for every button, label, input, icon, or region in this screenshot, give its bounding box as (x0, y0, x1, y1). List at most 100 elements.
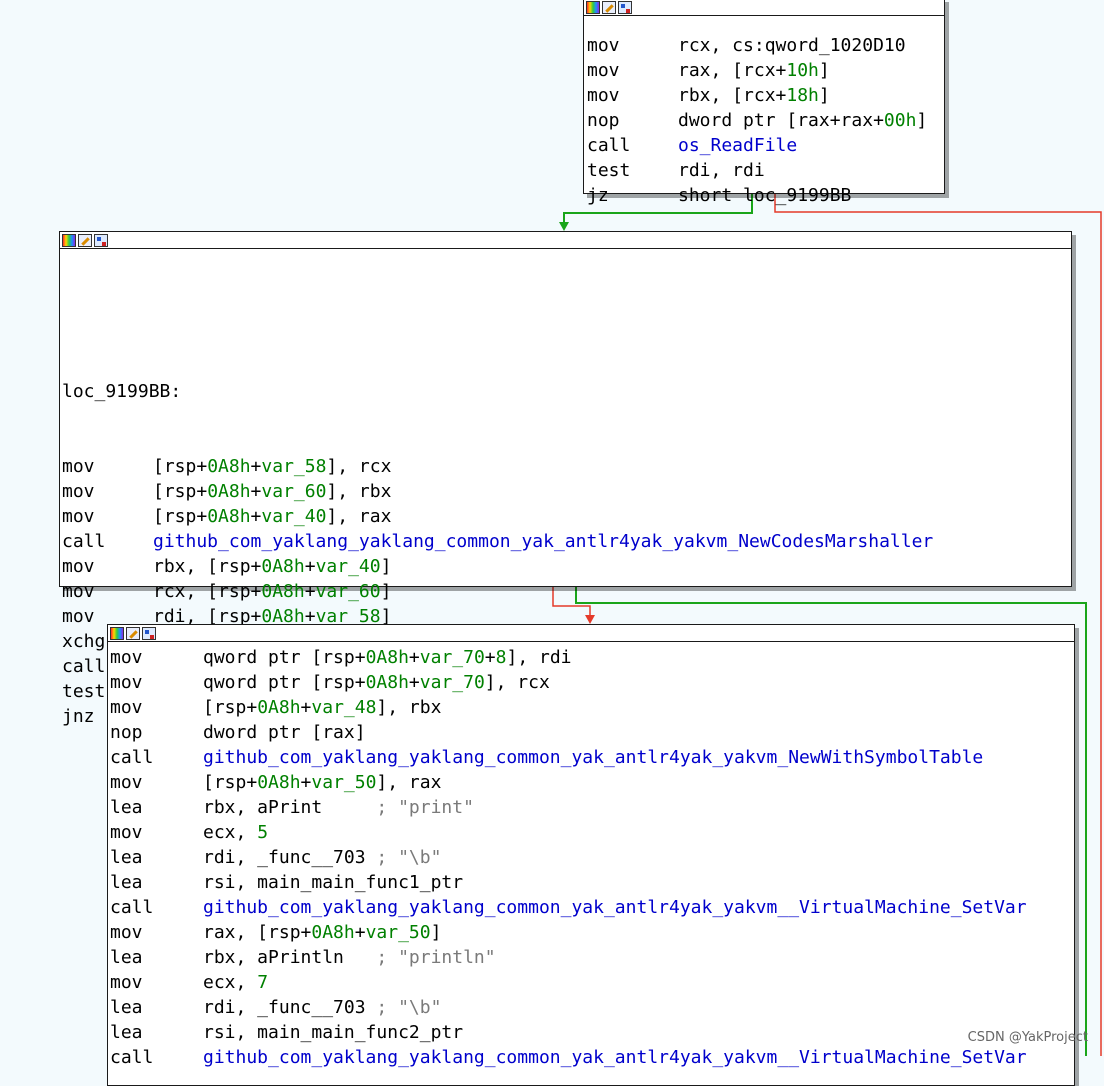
operands[interactable]: github_com_yaklang_yaklang_common_yak_an… (203, 745, 983, 770)
operands[interactable]: rax, [rcx+10h] (678, 58, 830, 83)
operands[interactable]: short loc_9199BB (678, 183, 851, 208)
symbol-name[interactable]: github_com_yaklang_yaklang_common_yak_an… (203, 1047, 1027, 1068)
instruction-line[interactable]: mov ecx, 5 (110, 820, 1074, 845)
instruction-line[interactable]: mov rax, [rsp+0A8h+var_50] (110, 920, 1074, 945)
operands[interactable]: rdi, rdi (678, 158, 765, 183)
instruction-line[interactable]: mov [rsp+0A8h+var_60], rbx (62, 479, 1071, 504)
operands[interactable]: rsi, main_main_func2_ptr (203, 1020, 463, 1045)
mnemonic[interactable]: mov (110, 770, 203, 795)
instruction-line[interactable]: mov [rsp+0A8h+var_58], rcx (62, 454, 1071, 479)
operands[interactable]: rcx, cs:qword_1020D10 (678, 33, 906, 58)
mnemonic[interactable]: jz (587, 183, 678, 208)
disassembly[interactable]: mov rcx, cs:qword_1020D10 mov rax, [rcx+10h… (584, 16, 944, 208)
mnemonic[interactable]: call (110, 745, 203, 770)
instruction-line[interactable]: nop dword ptr [rax+rax+00h] (587, 108, 944, 133)
operands[interactable]: os_ReadFile (678, 133, 797, 158)
operands[interactable]: rdi, _func__703 ; "\b" (203, 845, 441, 870)
basic-block-loc-9199bb[interactable]: loc_9199BB: mov [rsp+0A8h+var_58], rcx mov… (59, 231, 1072, 727)
graph-overview-icon[interactable] (94, 233, 108, 247)
mnemonic[interactable]: mov (62, 554, 153, 579)
color-palette-icon[interactable] (110, 626, 124, 640)
mnemonic[interactable]: lea (110, 945, 203, 970)
operands[interactable]: [rsp+0A8h+var_40], rax (153, 504, 391, 529)
instruction-line[interactable]: test rdi, rdi (587, 158, 944, 183)
operands[interactable]: github_com_yaklang_yaklang_common_yak_an… (203, 895, 1027, 920)
mnemonic[interactable]: mov (62, 579, 153, 604)
disassembly[interactable]: mov qword ptr [rsp+0A8h+var_70+8], rdi mov… (108, 642, 1074, 1070)
symbol-name[interactable]: github_com_yaklang_yaklang_common_yak_an… (203, 747, 983, 768)
operands[interactable]: [rsp+0A8h+var_48], rbx (203, 695, 441, 720)
operands[interactable]: rbx, aPrintln ; "println" (203, 945, 496, 970)
mnemonic[interactable]: mov (62, 454, 153, 479)
mnemonic[interactable]: mov (110, 920, 203, 945)
mnemonic[interactable]: mov (587, 83, 678, 108)
instruction-line[interactable]: callgithub_com_yaklang_yaklang_common_ya… (110, 745, 1074, 770)
mnemonic[interactable]: lea (110, 845, 203, 870)
basic-block-read-file[interactable]: mov rcx, cs:qword_1020D10 mov rax, [rcx+10h… (583, 0, 945, 206)
mnemonic[interactable]: mov (587, 58, 678, 83)
instruction-line[interactable]: callgithub_com_yaklang_yaklang_common_ya… (110, 895, 1074, 920)
symbol-name[interactable]: os_ReadFile (678, 135, 797, 156)
instruction-line[interactable]: mov rbx, [rcx+18h] (587, 83, 944, 108)
instruction-line[interactable]: lea rbx, aPrint ; "print" (110, 795, 1074, 820)
mnemonic[interactable]: mov (62, 504, 153, 529)
operands[interactable]: ecx, 7 (203, 970, 268, 995)
operands[interactable]: rcx, [rsp+0A8h+var_60] (153, 579, 391, 604)
instruction-line[interactable]: mov rbx, [rsp+0A8h+var_40] (62, 554, 1071, 579)
instruction-line[interactable]: lea rsi, main_main_func2_ptr (110, 1020, 1074, 1045)
code-label[interactable]: loc_9199BB: (62, 379, 1071, 404)
mnemonic[interactable]: lea (110, 870, 203, 895)
mnemonic[interactable]: mov (110, 670, 203, 695)
instruction-line[interactable]: mov [rsp+0A8h+var_40], rax (62, 504, 1071, 529)
operands[interactable]: rbx, aPrint ; "print" (203, 795, 474, 820)
symbol-name[interactable]: github_com_yaklang_yaklang_common_yak_an… (203, 897, 1027, 918)
operands[interactable]: rbx, [rsp+0A8h+var_40] (153, 554, 391, 579)
mnemonic[interactable]: mov (110, 970, 203, 995)
instruction-line[interactable]: mov qword ptr [rsp+0A8h+var_70+8], rdi (110, 645, 1074, 670)
mnemonic[interactable]: lea (110, 1020, 203, 1045)
instruction-line[interactable]: jz short loc_9199BB (587, 183, 944, 208)
color-palette-icon[interactable] (62, 233, 76, 247)
operands[interactable]: dword ptr [rax+rax+00h] (678, 108, 927, 133)
mnemonic[interactable]: mov (110, 645, 203, 670)
edit-node-icon[interactable] (126, 626, 140, 640)
mnemonic[interactable]: mov (110, 695, 203, 720)
instruction-line[interactable]: nop dword ptr [rax] (110, 720, 1074, 745)
operands[interactable]: github_com_yaklang_yaklang_common_yak_an… (153, 529, 933, 554)
color-palette-icon[interactable] (586, 0, 600, 14)
operands[interactable]: qword ptr [rsp+0A8h+var_70], rcx (203, 670, 550, 695)
mnemonic[interactable]: lea (110, 795, 203, 820)
edit-node-icon[interactable] (602, 0, 616, 14)
operands[interactable]: rsi, main_main_func1_ptr (203, 870, 463, 895)
operands[interactable]: [rsp+0A8h+var_60], rbx (153, 479, 391, 504)
graph-overview-icon[interactable] (142, 626, 156, 640)
instruction-line[interactable]: callgithub_com_yaklang_yaklang_common_ya… (110, 1045, 1074, 1070)
instruction-line[interactable]: call os_ReadFile (587, 133, 944, 158)
operands[interactable]: rbx, [rcx+18h] (678, 83, 830, 108)
basic-block-vm-setup[interactable]: mov qword ptr [rsp+0A8h+var_70+8], rdi mov… (107, 624, 1075, 1086)
operands[interactable]: dword ptr [rax] (203, 720, 366, 745)
instruction-line[interactable]: lea rdi, _func__703 ; "\b" (110, 845, 1074, 870)
mnemonic[interactable]: nop (587, 108, 678, 133)
operands[interactable]: rax, [rsp+0A8h+var_50] (203, 920, 441, 945)
instruction-line[interactable]: lea rbx, aPrintln ; "println" (110, 945, 1074, 970)
instruction-line[interactable]: mov qword ptr [rsp+0A8h+var_70], rcx (110, 670, 1074, 695)
operands[interactable]: [rsp+0A8h+var_58], rcx (153, 454, 391, 479)
mnemonic[interactable]: call (110, 895, 203, 920)
mnemonic[interactable]: call (587, 133, 678, 158)
instruction-line[interactable]: mov ecx, 7 (110, 970, 1074, 995)
mnemonic[interactable]: call (110, 1045, 203, 1070)
symbol-name[interactable]: github_com_yaklang_yaklang_common_yak_an… (153, 531, 933, 552)
instruction-line[interactable]: mov [rsp+0A8h+var_48], rbx (110, 695, 1074, 720)
mnemonic[interactable]: nop (110, 720, 203, 745)
instruction-line[interactable]: lea rdi, _func__703 ; "\b" (110, 995, 1074, 1020)
mnemonic[interactable]: mov (62, 479, 153, 504)
operands[interactable]: [rsp+0A8h+var_50], rax (203, 770, 441, 795)
instruction-line[interactable]: mov rcx, [rsp+0A8h+var_60] (62, 579, 1071, 604)
instruction-line[interactable]: mov rcx, cs:qword_1020D10 (587, 33, 944, 58)
mnemonic[interactable]: mov (110, 820, 203, 845)
instruction-line[interactable]: mov [rsp+0A8h+var_50], rax (110, 770, 1074, 795)
instruction-line[interactable]: mov rax, [rcx+10h] (587, 58, 944, 83)
mnemonic[interactable]: test (587, 158, 678, 183)
mnemonic[interactable]: mov (587, 33, 678, 58)
